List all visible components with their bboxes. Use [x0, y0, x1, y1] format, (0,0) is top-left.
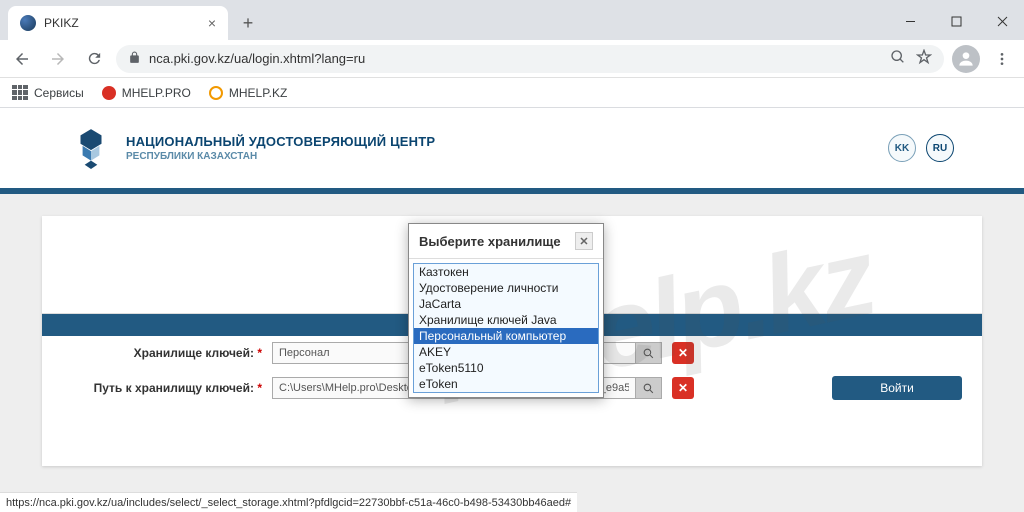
- path-clear-button[interactable]: ✕: [672, 377, 694, 399]
- bookmark-apps[interactable]: Сервисы: [12, 85, 84, 101]
- bookmark-favicon-icon: [209, 86, 223, 100]
- apps-icon: [12, 85, 28, 101]
- bookmark-mhelp-pro[interactable]: MHELP.PRO: [102, 86, 191, 100]
- path-search-button[interactable]: [636, 377, 662, 399]
- profile-avatar[interactable]: [952, 45, 980, 73]
- favicon-icon: [20, 15, 36, 31]
- star-icon[interactable]: [916, 49, 932, 68]
- storage-option[interactable]: AKEY: [414, 344, 598, 360]
- storage-search-button[interactable]: [636, 342, 662, 364]
- maximize-button[interactable]: [934, 6, 978, 36]
- path-label: Путь к хранилищу ключей:: [94, 381, 254, 395]
- dialog-title: Выберите хранилище: [419, 234, 561, 249]
- reload-button[interactable]: [80, 45, 108, 73]
- site-subtitle: РЕСПУБЛИКИ КАЗАХСТАН: [126, 151, 435, 162]
- site-title: НАЦИОНАЛЬНЫЙ УДОСТОВЕРЯЮЩИЙ ЦЕНТР: [126, 134, 435, 149]
- lock-icon: [128, 51, 141, 67]
- storage-option[interactable]: Хранилище ключей Java: [414, 312, 598, 328]
- url-text: nca.pki.gov.kz/ua/login.xhtml?lang=ru: [149, 51, 365, 66]
- bookmark-mhelp-kz[interactable]: MHELP.KZ: [209, 86, 287, 100]
- zoom-icon[interactable]: [890, 49, 906, 68]
- storage-option[interactable]: Казтокен: [414, 264, 598, 280]
- storage-option[interactable]: Удостоверение личности: [414, 280, 598, 296]
- storage-select-dialog: Выберите хранилище ✕ КазтокенУдостоверен…: [408, 223, 604, 398]
- dialog-close-button[interactable]: ✕: [575, 232, 593, 250]
- address-bar[interactable]: nca.pki.gov.kz/ua/login.xhtml?lang=ru: [116, 45, 944, 73]
- bookmark-favicon-icon: [102, 86, 116, 100]
- lang-kk-button[interactable]: KK: [888, 134, 916, 162]
- forward-button[interactable]: [44, 45, 72, 73]
- minimize-button[interactable]: [888, 6, 932, 36]
- new-tab-button[interactable]: +: [234, 9, 262, 37]
- storage-listbox[interactable]: КазтокенУдостоверение личностиJaCartaХра…: [413, 263, 599, 393]
- login-button[interactable]: Войти: [832, 376, 962, 400]
- back-button[interactable]: [8, 45, 36, 73]
- status-bar: https://nca.pki.gov.kz/ua/includes/selec…: [0, 492, 577, 512]
- close-window-button[interactable]: [980, 6, 1024, 36]
- storage-option[interactable]: eToken5110: [414, 360, 598, 376]
- storage-clear-button[interactable]: ✕: [672, 342, 694, 364]
- storage-option[interactable]: JaCarta: [414, 296, 598, 312]
- lang-ru-button[interactable]: RU: [926, 134, 954, 162]
- apps-label: Сервисы: [34, 86, 84, 100]
- close-tab-icon[interactable]: ×: [208, 15, 216, 31]
- storage-label: Хранилище ключей:: [134, 346, 254, 360]
- site-logo[interactable]: НАЦИОНАЛЬНЫЙ УДОСТОВЕРЯЮЩИЙ ЦЕНТР РЕСПУБ…: [70, 127, 435, 169]
- storage-option[interactable]: eToken: [414, 376, 598, 392]
- storage-option[interactable]: Персональный компьютер: [414, 328, 598, 344]
- menu-button[interactable]: [988, 45, 1016, 73]
- browser-tab[interactable]: PKIKZ ×: [8, 6, 228, 40]
- tab-title: PKIKZ: [44, 16, 79, 30]
- logo-icon: [70, 127, 112, 169]
